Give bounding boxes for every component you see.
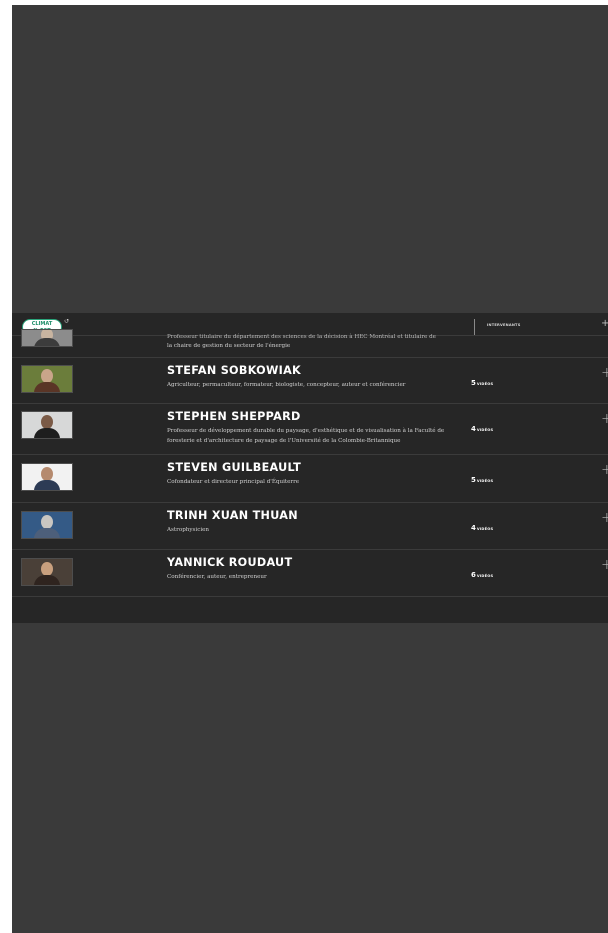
speaker-name[interactable]: TRINH XUAN THUAN <box>167 509 298 522</box>
speaker-description: la chaire de gestion du secteur de l'éne… <box>167 343 291 349</box>
header-plus-icon[interactable]: + <box>601 319 608 329</box>
expand-plus-icon[interactable]: + <box>601 511 608 525</box>
list-item[interactable]: YANNICK ROUDAUT Conférencier, auteur, en… <box>12 550 608 597</box>
video-count-number: 4 <box>471 425 476 433</box>
video-count-number: 5 <box>471 379 476 387</box>
video-count: 4VIDÉOS <box>471 515 493 534</box>
list-item[interactable]: STEVEN GUILBEAULT Cofondateur et directe… <box>12 455 608 503</box>
video-count-number: 5 <box>471 476 476 484</box>
avatar <box>21 411 73 439</box>
list-item[interactable]: STEFAN SOBKOWIAK Agriculteur, permaculte… <box>12 358 608 404</box>
speaker-description: Professeur de développement durable du p… <box>167 428 445 444</box>
avatar <box>21 511 73 539</box>
speaker-description: Cofondateur et directeur principal d'Équ… <box>167 479 300 485</box>
avatar <box>21 365 73 393</box>
video-count: 5VIDÉOS <box>471 370 493 389</box>
expand-plus-icon[interactable]: + <box>601 366 608 380</box>
speaker-name[interactable]: YANNICK ROUDAUT <box>167 556 292 569</box>
list-item[interactable]: STEPHEN SHEPPARD Professeur de développe… <box>12 404 608 455</box>
video-count: 5VIDÉOS <box>471 467 493 486</box>
list-item[interactable]: TRINH XUAN THUAN Astrophysicien 4VIDÉOS … <box>12 503 608 550</box>
speaker-description: Agriculteur, permaculteur, formateur, bi… <box>167 382 406 388</box>
speaker-description: Conférencier, auteur, entrepreneur <box>167 574 267 580</box>
header-divider <box>474 319 475 335</box>
video-count-unit: VIDÉOS <box>476 428 494 432</box>
speaker-name[interactable]: STEPHEN SHEPPARD <box>167 410 301 423</box>
video-count-unit: VIDÉOS <box>476 382 494 386</box>
expand-plus-icon[interactable]: + <box>601 463 608 477</box>
video-count-unit: VIDÉOS <box>476 574 494 578</box>
expand-plus-icon[interactable]: + <box>601 412 608 426</box>
list-item-partial[interactable]: Professeur titulaire du département des … <box>12 329 608 358</box>
speakers-panel: CLIMAT IL EST TEMPS ↺ INTERVENANTS + Pro… <box>12 313 608 623</box>
speaker-name[interactable]: STEVEN GUILBEAULT <box>167 461 301 474</box>
avatar <box>21 329 73 347</box>
video-count: 6VIDÉOS <box>471 562 493 581</box>
logo-mark-icon: ↺ <box>64 318 70 325</box>
video-count-unit: VIDÉOS <box>476 527 494 531</box>
avatar <box>21 558 73 586</box>
page-background: CLIMAT IL EST TEMPS ↺ INTERVENANTS + Pro… <box>12 5 608 933</box>
video-count-number: 6 <box>471 571 476 579</box>
tab-intervenants[interactable]: INTERVENANTS <box>487 323 521 327</box>
video-count-number: 4 <box>471 524 476 532</box>
speaker-name[interactable]: STEFAN SOBKOWIAK <box>167 364 301 377</box>
video-count-unit: VIDÉOS <box>476 479 494 483</box>
expand-plus-icon[interactable]: + <box>601 558 608 572</box>
avatar <box>21 463 73 491</box>
video-count: 4VIDÉOS <box>471 416 493 435</box>
speaker-description: Astrophysicien <box>167 527 210 533</box>
